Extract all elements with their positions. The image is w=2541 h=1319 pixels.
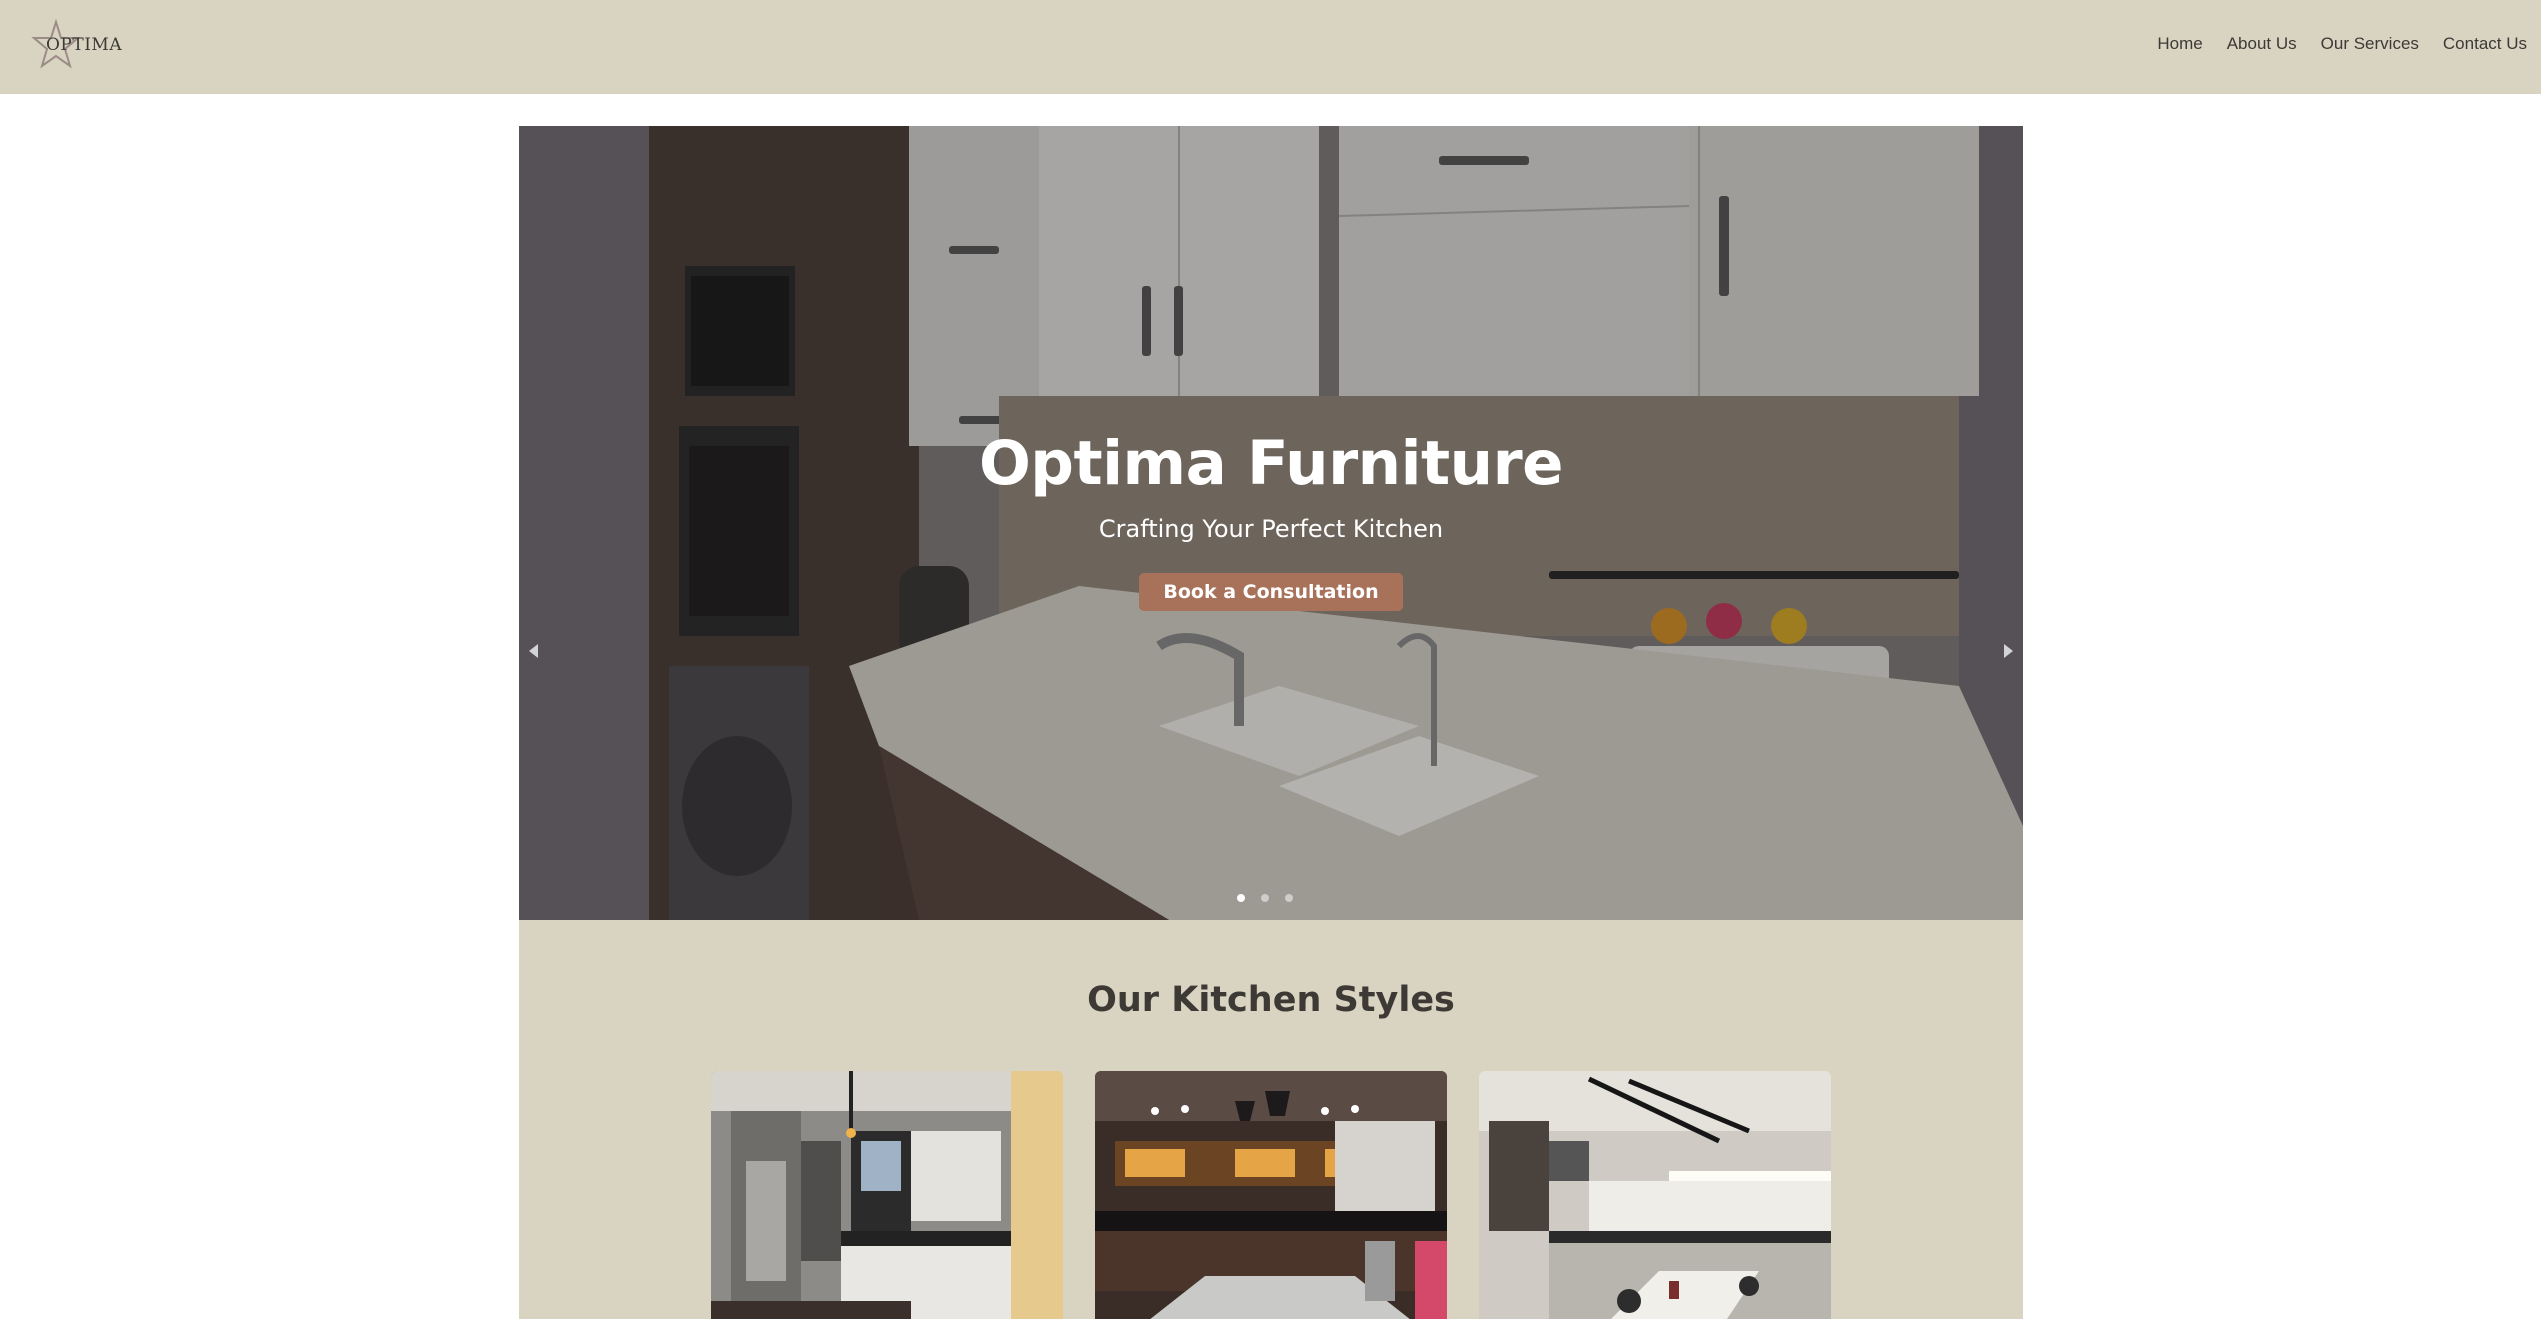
optima-logo[interactable]: OPTIMA bbox=[28, 18, 122, 74]
logo-text: OPTIMA bbox=[46, 35, 123, 55]
carousel-dot-1[interactable] bbox=[1237, 894, 1245, 902]
nav-our-services[interactable]: Our Services bbox=[2321, 34, 2419, 54]
hero-title: Optima Furniture bbox=[978, 428, 1564, 499]
kitchen-style-card-3[interactable] bbox=[1479, 1071, 1831, 1319]
white-kitchen-dining-image bbox=[1479, 1071, 1831, 1319]
nav-contact-us[interactable]: Contact Us bbox=[2443, 34, 2527, 54]
nav-about-us[interactable]: About Us bbox=[2227, 34, 2297, 54]
dark-wood-kitchen-image bbox=[1095, 1071, 1447, 1319]
nav-home[interactable]: Home bbox=[2157, 34, 2202, 54]
modern-grey-kitchen-image bbox=[711, 1071, 1063, 1319]
carousel-next-button[interactable] bbox=[1999, 638, 2019, 664]
hero-subtitle: Crafting Your Perfect Kitchen bbox=[1098, 515, 1444, 543]
kitchen-style-card-1[interactable] bbox=[711, 1071, 1063, 1319]
carousel-prev-button[interactable] bbox=[523, 638, 543, 664]
section-title: Our Kitchen Styles bbox=[1087, 980, 1455, 1020]
main-nav: Home About Us Our Services Contact Us bbox=[2157, 34, 2527, 54]
hero-carousel: Optima Furniture Crafting Your Perfect K… bbox=[519, 126, 2023, 920]
kitchen-styles-section: Our Kitchen Styles bbox=[519, 920, 2023, 1319]
chevron-right-icon bbox=[2004, 644, 2013, 658]
chevron-left-icon bbox=[529, 644, 538, 658]
carousel-dot-2[interactable] bbox=[1261, 894, 1269, 902]
book-consultation-button[interactable]: Book a Consultation bbox=[1139, 573, 1403, 611]
hero-content: Optima Furniture Crafting Your Perfect K… bbox=[519, 428, 2023, 611]
carousel-indicators bbox=[1237, 894, 1293, 902]
carousel-dot-3[interactable] bbox=[1285, 894, 1293, 902]
site-header: OPTIMA Home About Us Our Services Contac… bbox=[0, 0, 2541, 94]
kitchen-style-card-2[interactable] bbox=[1095, 1071, 1447, 1319]
